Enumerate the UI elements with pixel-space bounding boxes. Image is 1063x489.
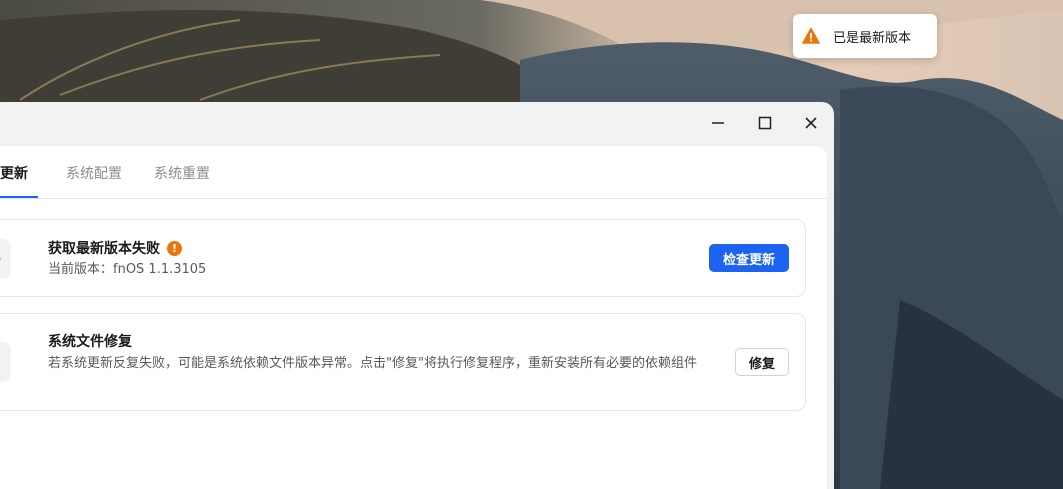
close-icon: [805, 117, 817, 129]
close-button[interactable]: [798, 110, 824, 136]
repair-description: 若系统更新反复失败，可能是系统依赖文件版本异常。点击"修复"将执行修复程序，重新…: [48, 356, 697, 371]
maximize-icon: [758, 116, 772, 130]
repair-card: 系统文件修复 若系统更新反复失败，可能是系统依赖文件版本异常。点击"修复"将执行…: [0, 313, 806, 411]
toast-message: 已是最新版本: [833, 30, 912, 46]
check-update-button[interactable]: 检查更新: [709, 244, 789, 272]
window-content: 统更新 系统配置 系统重置 获取最新版本失败! 当前版本：fnOS 1.1.31…: [0, 146, 827, 489]
minimize-button[interactable]: [705, 110, 731, 136]
tab-system-reset[interactable]: 系统重置: [154, 163, 210, 183]
warning-icon: [802, 27, 820, 45]
repair-button[interactable]: 修复: [735, 348, 789, 376]
maximize-button[interactable]: [752, 110, 778, 136]
update-card: 获取最新版本失败! 当前版本：fnOS 1.1.3105 检查更新: [0, 219, 806, 297]
repair-title: 系统文件修复: [48, 334, 132, 350]
update-title-text: 获取最新版本失败: [48, 241, 160, 257]
tab-bar: 统更新 系统配置 系统重置: [0, 146, 827, 199]
wrench-icon: [0, 351, 2, 373]
window-titlebar: [0, 102, 834, 146]
upload-arrow-icon: [0, 256, 1, 262]
settings-window: 统更新 系统配置 系统重置 获取最新版本失败! 当前版本：fnOS 1.1.31…: [0, 102, 834, 489]
update-status-title: 获取最新版本失败!: [48, 238, 182, 258]
tab-system-config[interactable]: 系统配置: [66, 163, 122, 183]
update-icon-box: [0, 239, 11, 279]
minimize-icon: [712, 122, 724, 124]
current-version-text: 当前版本：fnOS 1.1.3105: [48, 262, 207, 277]
repair-icon-box: [0, 342, 11, 382]
toast-notification: 已是最新版本: [793, 14, 937, 58]
active-tab-indicator: [0, 196, 38, 198]
warning-dot-icon: !: [167, 241, 182, 256]
tab-system-update[interactable]: 统更新: [0, 163, 28, 183]
